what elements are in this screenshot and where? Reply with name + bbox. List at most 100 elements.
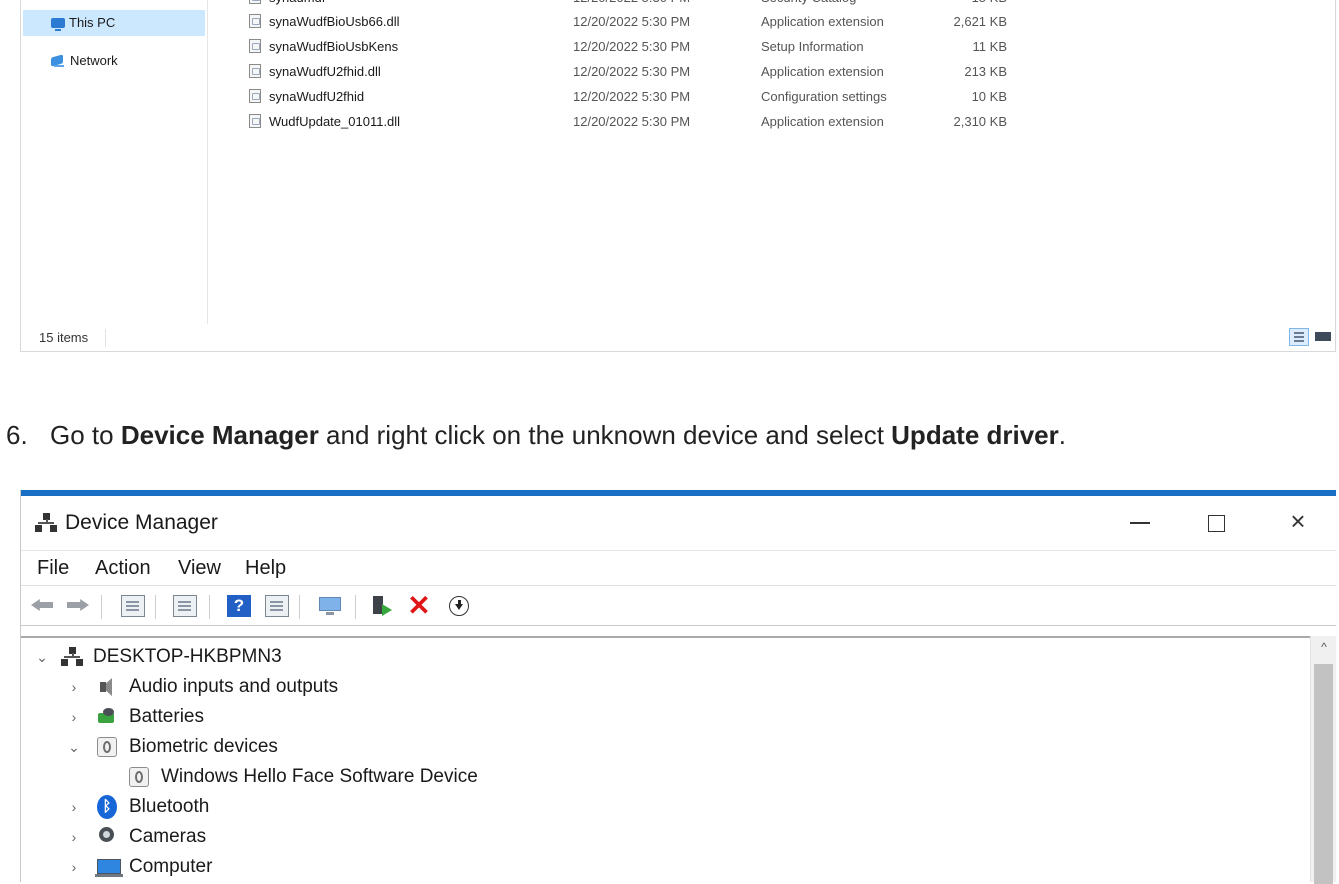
dll-file-icon — [249, 114, 261, 128]
toolbar: ? ✕ — [21, 586, 1336, 626]
computer-tree-icon — [61, 647, 83, 667]
menu-action[interactable]: Action — [95, 554, 151, 582]
menu-file[interactable]: File — [37, 554, 69, 582]
toolbar-divider — [101, 595, 102, 619]
file-row[interactable]: synaWudfU2fhid 12/20/2022 5:30 PM Config… — [247, 84, 1047, 109]
dll-file-icon — [249, 14, 261, 28]
file-type: Setup Information — [761, 39, 864, 54]
file-name: synaWudfU2fhid.dll — [269, 64, 381, 79]
file-date: 12/20/2022 5:30 PM — [573, 64, 691, 79]
fingerprint-icon — [129, 767, 149, 787]
config-file-icon — [249, 89, 261, 103]
tree-item-label: Cameras — [129, 826, 207, 847]
maximize-icon — [1207, 514, 1225, 532]
tree-item-batteries[interactable]: › Batteries — [67, 702, 204, 732]
scroll-up-arrow-icon[interactable]: ^ — [1311, 640, 1337, 654]
chevron-down-icon[interactable]: ⌄ — [35, 642, 49, 672]
file-date: 12/20/2022 5:30 PM — [573, 14, 691, 29]
scan-hardware-changes-icon[interactable] — [318, 595, 342, 617]
file-type: Application extension — [761, 114, 884, 129]
file-name: WudfUpdate_01011.dll — [269, 114, 401, 129]
tree-item-bluetooth[interactable]: › Bluetooth — [67, 792, 209, 822]
window-title: Device Manager — [65, 511, 218, 534]
tree-root-label: DESKTOP-HKBPMN3 — [93, 646, 282, 667]
file-date: 12/20/2022 5:30 PM — [573, 114, 691, 129]
menu-help[interactable]: Help — [245, 554, 286, 582]
step-number: 6. — [6, 420, 28, 450]
file-row[interactable]: synaWudfU2fhid.dll 12/20/2022 5:30 PM Ap… — [247, 59, 1047, 84]
step-text: . — [1058, 420, 1066, 450]
toolbar-divider — [209, 595, 210, 619]
add-driver-icon[interactable] — [371, 595, 395, 617]
maximize-button[interactable] — [1193, 506, 1239, 536]
tree-item-windows-hello[interactable]: Windows Hello Face Software Device — [129, 762, 478, 792]
nav-item-this-pc[interactable]: This PC — [23, 10, 205, 36]
chevron-right-icon[interactable]: › — [67, 852, 81, 882]
forward-arrow-icon[interactable] — [67, 595, 91, 617]
item-count: 15 items — [39, 330, 89, 345]
status-bar: 15 items — [21, 324, 1335, 351]
chevron-right-icon[interactable]: › — [67, 822, 81, 852]
chevron-right-icon[interactable]: › — [67, 702, 81, 732]
battery-icon — [97, 707, 117, 727]
tree-item-label: Bluetooth — [129, 796, 210, 817]
properties-icon[interactable] — [173, 595, 197, 617]
chevron-right-icon[interactable]: › — [67, 792, 81, 822]
device-tree: ⌄ DESKTOP-HKBPMN3 › Audio inputs and out… — [21, 636, 1311, 884]
dll-file-icon — [249, 64, 261, 78]
device-manager-window: Device Manager × File Action View Help ?… — [20, 490, 1337, 884]
help-icon[interactable]: ? — [227, 595, 251, 617]
step-bold-text: Device Manager — [120, 420, 319, 450]
file-row[interactable]: synaWudfBioUsbKens 12/20/2022 5:30 PM Se… — [247, 34, 1047, 59]
chevron-right-icon[interactable]: › — [67, 672, 81, 702]
tree-item-biometric[interactable]: ⌄ Biometric devices — [67, 732, 278, 762]
status-divider — [105, 329, 106, 347]
show-hide-console-tree-icon[interactable] — [121, 595, 145, 617]
large-icons-view-icon[interactable] — [1315, 330, 1331, 343]
tree-item-computer[interactable]: › Computer — [67, 852, 212, 882]
file-type: Application extension — [761, 64, 884, 79]
tree-item-label: Windows Hello Face Software Device — [161, 766, 478, 787]
nav-item-label: This PC — [69, 15, 116, 30]
show-hide-action-pane-icon[interactable] — [265, 595, 289, 617]
toolbar-divider — [299, 595, 300, 619]
menu-view[interactable]: View — [178, 554, 221, 582]
tree-item-label: Batteries — [129, 706, 204, 727]
tree-item-audio[interactable]: › Audio inputs and outputs — [67, 672, 339, 702]
camera-icon — [97, 827, 117, 847]
setup-file-icon — [249, 39, 261, 53]
pc-icon — [51, 18, 65, 31]
toolbar-divider — [355, 595, 356, 619]
title-bar: Device Manager — [35, 508, 218, 538]
tree-item-cameras[interactable]: › Cameras — [67, 822, 206, 852]
minimize-button[interactable] — [1117, 506, 1163, 536]
menu-bar: File Action View Help — [21, 550, 1336, 586]
minimize-icon — [1130, 522, 1150, 525]
vertical-scrollbar[interactable]: ^ — [1310, 636, 1337, 884]
file-name: synaWudfBioUsb66.dll — [269, 14, 400, 29]
navigation-pane: This PC Network — [21, 0, 208, 324]
nav-item-network[interactable]: Network — [23, 48, 205, 74]
close-button[interactable]: × — [1275, 506, 1321, 536]
file-size: 10 KB — [971, 89, 1007, 104]
file-date: 12/20/2022 5:30 PM — [573, 39, 691, 54]
back-arrow-icon[interactable] — [31, 595, 55, 617]
scroll-thumb[interactable] — [1314, 664, 1333, 884]
file-type: Application extension — [761, 14, 884, 29]
step-bold-text: Update driver — [891, 420, 1059, 450]
file-icon — [249, 0, 261, 4]
tree-item-label: Biometric devices — [129, 736, 278, 757]
uninstall-device-icon[interactable]: ✕ — [407, 592, 431, 620]
file-name: synaWudfU2fhid — [269, 89, 365, 104]
tree-root[interactable]: ⌄ DESKTOP-HKBPMN3 — [35, 642, 282, 672]
file-date: 12/20/2022 5:30 PM — [573, 89, 691, 104]
file-size: 213 KB — [964, 64, 1007, 79]
update-driver-icon[interactable] — [449, 596, 469, 616]
tree-item-label: Computer — [129, 856, 213, 877]
file-explorer-window: This PC Network synaumdf 12/20/2022 5:30… — [20, 0, 1336, 352]
details-view-icon[interactable] — [1289, 328, 1309, 346]
file-row[interactable]: synaWudfBioUsb66.dll 12/20/2022 5:30 PM … — [247, 9, 1047, 34]
file-row[interactable]: WudfUpdate_01011.dll 12/20/2022 5:30 PM … — [247, 109, 1047, 134]
file-type: Configuration settings — [761, 89, 887, 104]
chevron-down-icon[interactable]: ⌄ — [67, 732, 81, 762]
